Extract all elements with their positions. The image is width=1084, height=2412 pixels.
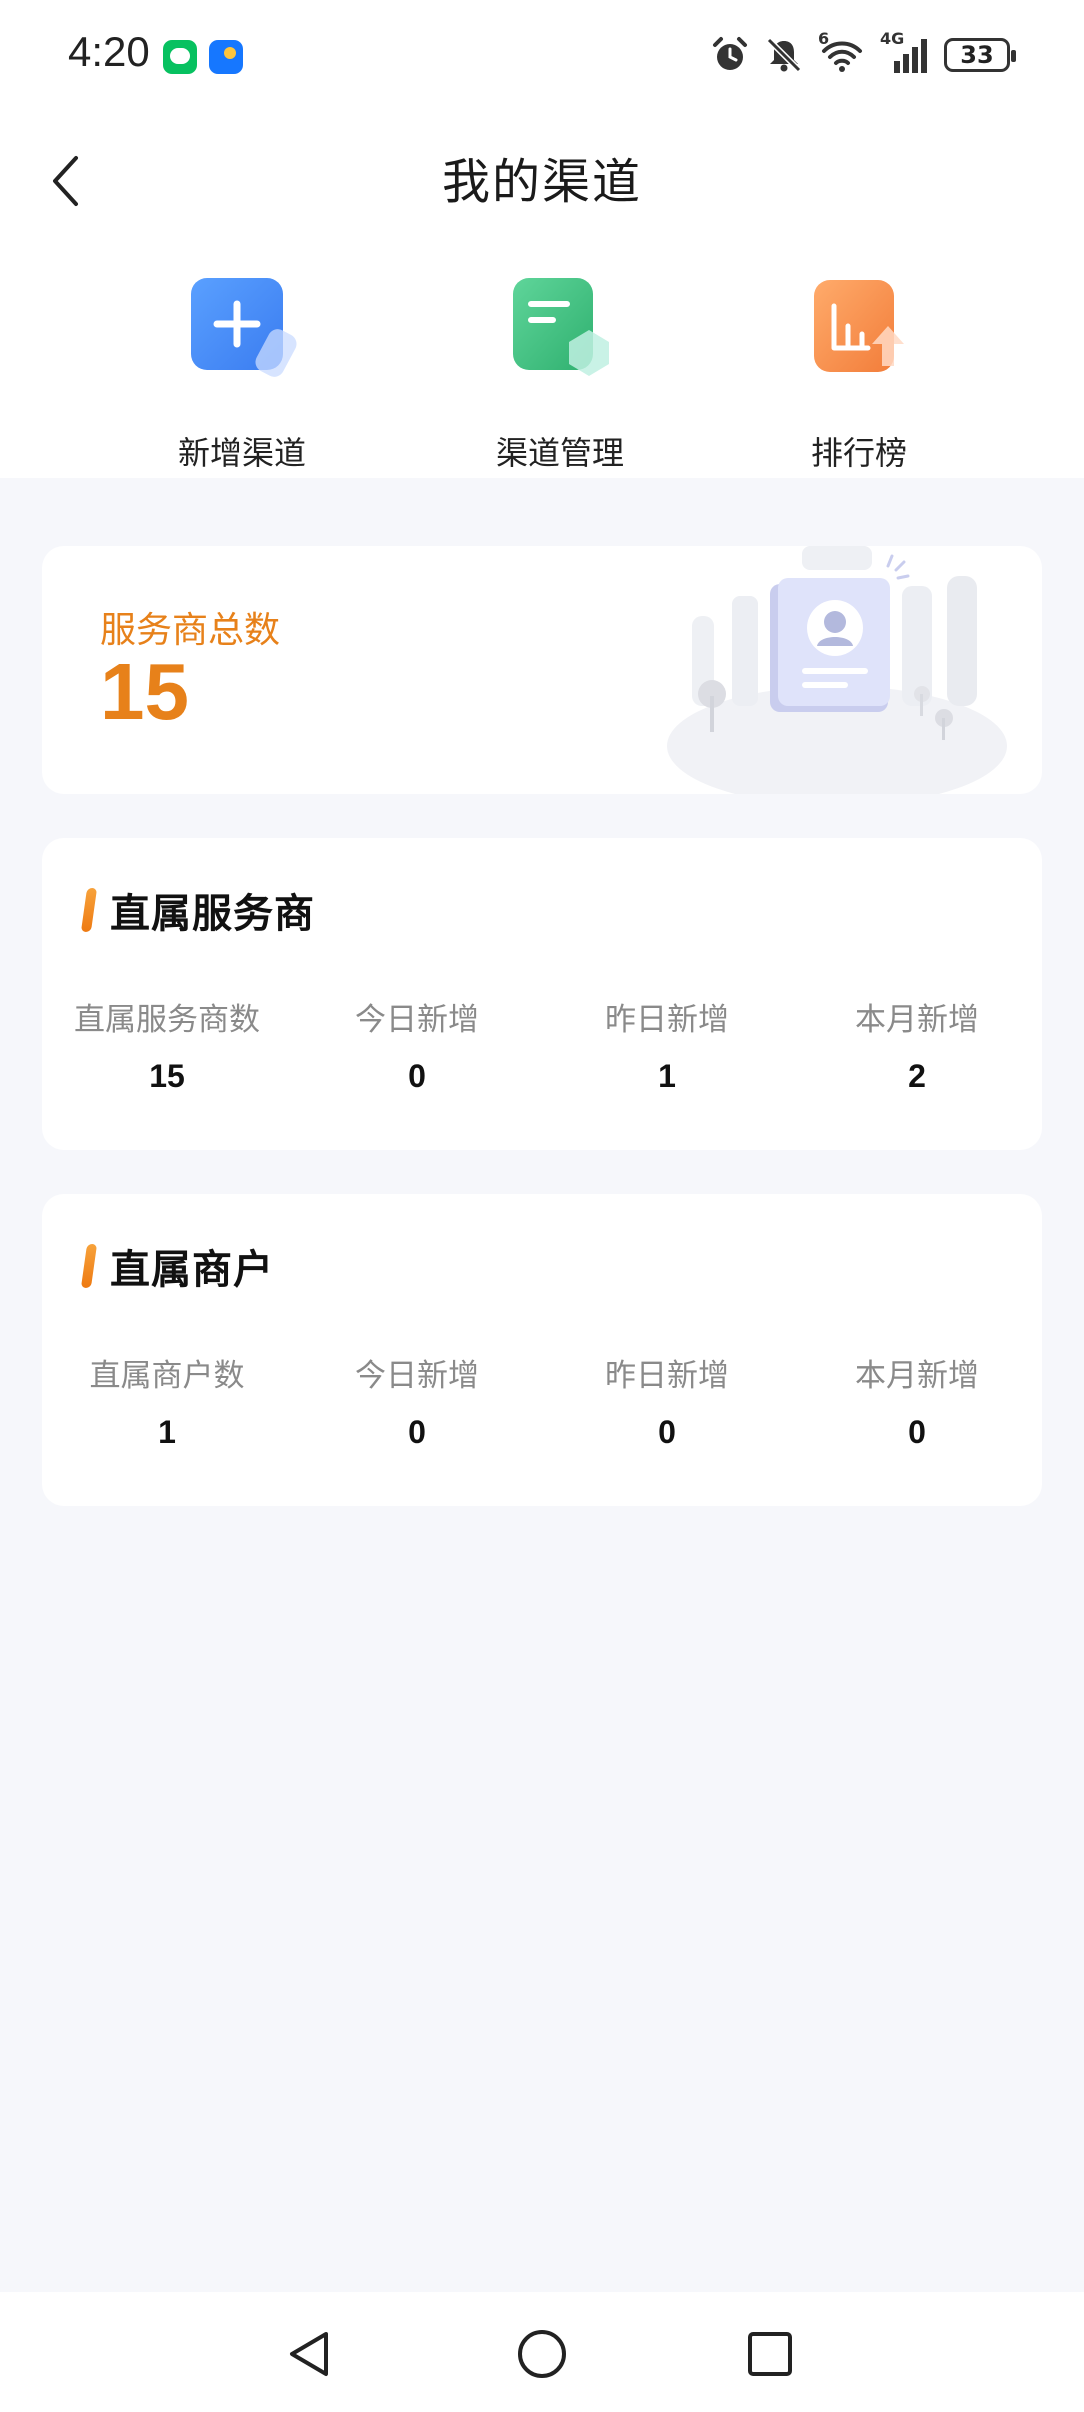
wifi-icon: 6 [818,29,866,75]
wechat-icon [163,40,197,74]
channel-manage-label: 渠道管理 [495,434,624,472]
system-home-button[interactable] [502,2314,582,2394]
recents-square-icon [748,2332,792,2376]
ranking-button[interactable]: 排行榜 [739,270,979,472]
mute-icon [766,37,802,73]
direct-merchants-title: 直属商户 [110,1247,274,1293]
direct-providers-header: 直属服务商 [80,880,315,940]
weather-icon [209,40,243,74]
stat-item: 昨日新增 1 [542,998,792,1095]
direct-providers-stats: 直属服务商数 15 今日新增 0 昨日新增 1 本月新增 2 [42,998,1042,1095]
add-channel-label: 新增渠道 [177,434,306,472]
section-marker [80,888,98,932]
direct-providers-title: 直属服务商 [110,891,315,937]
section-marker [80,1244,98,1288]
stat-label: 本月新增 [855,1358,979,1394]
provider-total-value: 15 [100,647,189,736]
stat-item: 今日新增 0 [292,1354,542,1451]
stat-value: 0 [408,1058,426,1094]
stat-item: 直属服务商数 15 [42,998,292,1095]
direct-merchants-card: 直属商户 直属商户数 1 今日新增 0 昨日新增 0 本月新增 0 [42,1194,1042,1506]
system-recents-button[interactable] [730,2314,810,2394]
battery-icon: 33 [944,38,1016,72]
status-time: 4:20 [68,28,150,75]
stat-label: 直属服务商数 [74,1002,260,1038]
stat-value: 1 [158,1414,176,1450]
stat-value: 0 [408,1414,426,1450]
stat-value: 1 [658,1058,676,1094]
channel-manage-icon [505,270,615,380]
back-triangle-icon [290,2332,328,2376]
stat-label: 昨日新增 [605,1002,729,1038]
channel-manage-button[interactable]: 渠道管理 [440,270,680,472]
add-channel-button[interactable]: 新增渠道 [122,270,362,472]
stat-value: 15 [149,1058,185,1094]
status-bar: 4:20 6 4G 33 [0,0,1084,110]
screen: 4:20 6 4G 33 我的渠道 新增渠道 渠道管理 排行榜 服务商总数 15… [0,0,1084,2412]
alarm-icon [713,37,747,70]
signal-icon: 4G [880,29,930,75]
stat-label: 昨日新增 [605,1358,729,1394]
stat-value: 2 [908,1058,926,1094]
battery-level: 33 [960,41,994,69]
ranking-label: 排行榜 [810,434,907,472]
stat-value: 0 [658,1414,676,1450]
stat-item: 本月新增 0 [792,1354,1042,1451]
stat-item: 昨日新增 0 [542,1354,792,1451]
provider-total-card: 服务商总数 15 [42,546,1042,794]
direct-merchants-header: 直属商户 [80,1236,274,1296]
stat-label: 今日新增 [355,1002,479,1038]
stat-value: 0 [908,1414,926,1450]
profile-book-illustration [667,546,1007,794]
stat-label: 今日新增 [355,1358,479,1394]
stat-item: 直属商户数 1 [42,1354,292,1451]
system-back-button[interactable] [270,2314,350,2394]
stat-item: 本月新增 2 [792,998,1042,1095]
direct-providers-card: 直属服务商 直属服务商数 15 今日新增 0 昨日新增 1 本月新增 2 [42,838,1042,1150]
page-title: 我的渠道 [441,154,642,210]
home-circle-icon [518,2330,566,2378]
add-channel-icon [187,270,297,380]
stat-label: 本月新增 [855,1002,979,1038]
stat-item: 今日新增 0 [292,998,542,1095]
stat-label: 直属商户数 [89,1358,245,1394]
direct-merchants-stats: 直属商户数 1 今日新增 0 昨日新增 0 本月新增 0 [42,1354,1042,1451]
status-icons: 6 4G 33 [710,29,1016,78]
nav-bar: 我的渠道 [0,110,1084,250]
quick-actions: 新增渠道 渠道管理 排行榜 [0,250,1084,478]
ranking-icon [804,270,914,380]
system-nav-bar [0,2292,1084,2412]
